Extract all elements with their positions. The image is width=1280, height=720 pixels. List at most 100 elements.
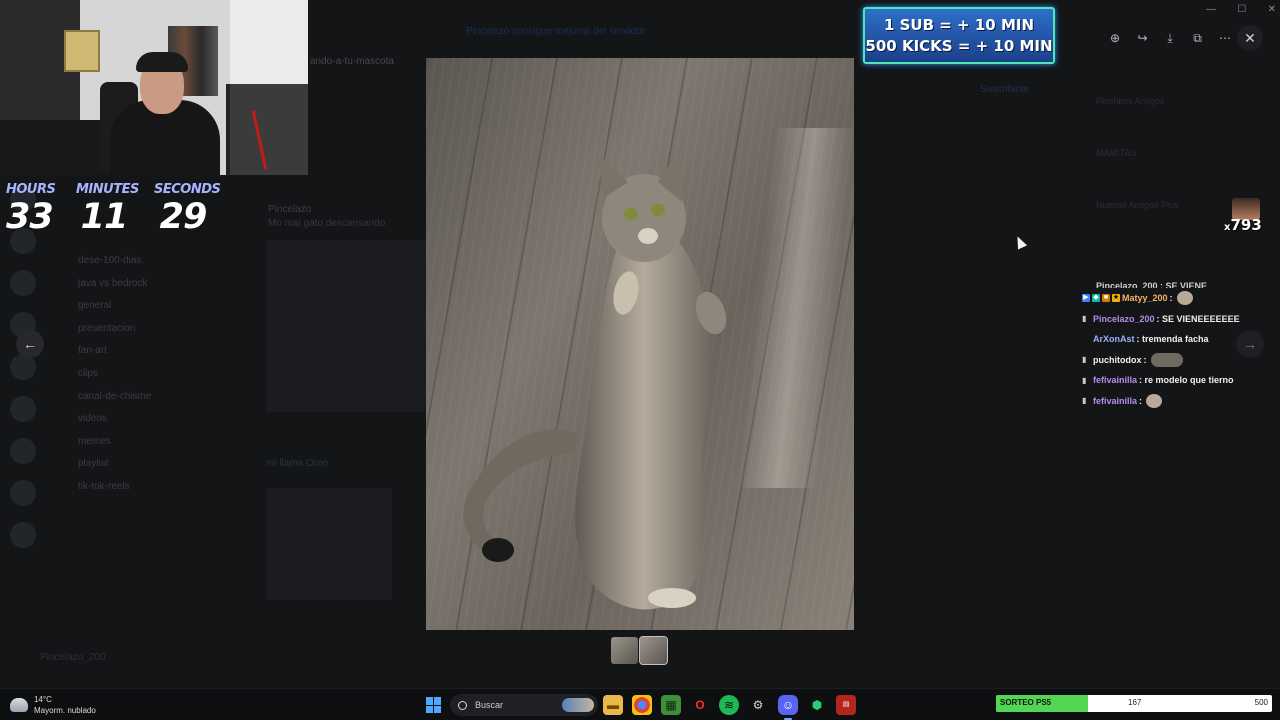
chat-text: : SE VIENEEEEEEE bbox=[1156, 313, 1240, 324]
goal-current: 167 bbox=[1128, 698, 1142, 707]
minecraft-icon[interactable]: ▦ bbox=[661, 695, 681, 715]
temperature: 14°C bbox=[34, 695, 52, 704]
badge-icon: ▶ bbox=[1082, 294, 1090, 303]
emote-icon bbox=[1176, 291, 1193, 306]
open-external-icon[interactable]: ⧉ bbox=[1190, 30, 1206, 46]
message-author[interactable]: Pincelazo bbox=[268, 204, 311, 215]
steam-icon[interactable]: ⚙ bbox=[748, 695, 768, 715]
sub-badge-icon: ▮ bbox=[1082, 355, 1087, 365]
channel-item[interactable]: memes bbox=[46, 431, 226, 454]
stream-chat: Pincelazo_200 : SE VIENE ▶ ◆ ■ ★ Matyy_2… bbox=[1082, 278, 1280, 411]
chrome-icon[interactable] bbox=[632, 695, 652, 715]
chat-text: : bbox=[1169, 293, 1173, 304]
previous-image-button[interactable]: ← bbox=[16, 330, 44, 358]
chat-text: : bbox=[1139, 395, 1143, 406]
minimize-icon[interactable]: — bbox=[1206, 4, 1216, 18]
more-icon[interactable]: ⋯ bbox=[1217, 30, 1233, 46]
chat-username[interactable]: ArXonAst bbox=[1093, 334, 1135, 344]
chat-message: ▮ Pincelazo_200 : SE VIENEEEEEEE bbox=[1082, 309, 1280, 330]
thumbnail-strip bbox=[611, 636, 668, 665]
channel-item[interactable]: videos bbox=[46, 408, 226, 431]
chat-message: ▮ puchitodox : bbox=[1082, 350, 1280, 371]
server-icon[interactable] bbox=[10, 438, 36, 464]
stream-app-icon[interactable]: ▤ bbox=[836, 695, 856, 715]
forward-icon[interactable]: ↪ bbox=[1135, 30, 1151, 46]
right-panel-item[interactable]: Pinchitos Amigos bbox=[1096, 96, 1276, 148]
server-list bbox=[0, 180, 46, 680]
kick-count-value: 793 bbox=[1230, 216, 1262, 234]
badge-icon: ★ bbox=[1112, 294, 1120, 303]
message-text: mi llama Oreo bbox=[266, 458, 329, 469]
search-highlight-image bbox=[562, 698, 594, 712]
chat-username[interactable]: Matyy_200 bbox=[1122, 293, 1168, 303]
hours-column: HOURS 33 bbox=[6, 182, 56, 237]
subscribe-button[interactable]: Suscribirse bbox=[980, 84, 1029, 95]
close-window-icon[interactable]: ✕ bbox=[1268, 4, 1276, 18]
chat-message: ▮ fefivainilla : re modelo que tierno bbox=[1082, 370, 1280, 391]
message-image[interactable] bbox=[266, 488, 392, 600]
download-icon[interactable]: ⤓ bbox=[1162, 30, 1178, 46]
goal-title: SORTEO PS5 bbox=[1000, 698, 1052, 707]
server-icon[interactable] bbox=[10, 522, 36, 548]
monitor bbox=[226, 84, 308, 175]
sub-badge-icon: ▮ bbox=[1082, 396, 1087, 406]
zoom-icon[interactable]: ⊕ bbox=[1107, 30, 1123, 46]
chat-username[interactable]: Pincelazo_200 bbox=[1093, 314, 1155, 324]
minutes-label: MINUTES bbox=[76, 182, 139, 197]
taskbar-search[interactable]: Buscar bbox=[450, 694, 598, 716]
right-panel-item[interactable]: MAMITAS bbox=[1096, 148, 1276, 200]
channel-item[interactable]: tik-tok-reels bbox=[46, 476, 226, 499]
app-icon[interactable]: ⬢ bbox=[807, 695, 827, 715]
user-panel-name: Pincelazo_200 bbox=[40, 652, 106, 663]
channel-item[interactable]: java vs bedrock bbox=[46, 273, 226, 296]
streamer-cap bbox=[136, 52, 188, 72]
emote-icon bbox=[1150, 352, 1183, 367]
chat-username[interactable]: fefivainilla bbox=[1093, 396, 1137, 406]
close-viewer-button[interactable]: ✕ bbox=[1237, 25, 1263, 51]
window-controls: — ☐ ✕ bbox=[1206, 4, 1276, 18]
badge-placeholder bbox=[1082, 335, 1089, 344]
sub-badge-icon: ▮ bbox=[1082, 314, 1087, 324]
channel-item[interactable]: canal-de-chisme bbox=[46, 386, 226, 409]
opera-icon[interactable]: O bbox=[690, 695, 710, 715]
channel-item[interactable]: clips bbox=[46, 363, 226, 386]
thumbnail-active[interactable] bbox=[639, 636, 668, 665]
channel-item[interactable]: playlist bbox=[46, 453, 226, 476]
cloud-icon bbox=[10, 698, 28, 712]
channel-item[interactable]: general bbox=[46, 295, 226, 318]
chat-text: : bbox=[1143, 354, 1147, 365]
chat-username[interactable]: fefivainilla bbox=[1093, 375, 1137, 385]
weather-widget[interactable]: 14°C Mayorm. nublado bbox=[10, 694, 96, 716]
message-image[interactable] bbox=[266, 240, 426, 412]
cat-icon bbox=[463, 154, 727, 610]
channel-item[interactable]: fan-art bbox=[46, 340, 226, 363]
chat-text: : tremenda facha bbox=[1136, 334, 1209, 345]
minutes-value: 11 bbox=[80, 197, 129, 237]
server-icon[interactable] bbox=[10, 354, 36, 380]
minutes-column: MINUTES 11 bbox=[76, 182, 139, 237]
chat-username[interactable]: puchitodox bbox=[1093, 355, 1142, 365]
subathon-banner: 1 SUB = + 10 MIN 500 KICKS = + 10 MIN bbox=[863, 7, 1055, 64]
windows-start-icon[interactable] bbox=[426, 697, 442, 713]
chat-text: : re modelo que tierno bbox=[1139, 375, 1234, 386]
chat-message: ArXonAst : tremenda facha bbox=[1082, 329, 1280, 350]
spotify-icon[interactable]: ≋ bbox=[719, 695, 739, 715]
server-icon[interactable] bbox=[10, 270, 36, 296]
search-placeholder: Buscar bbox=[475, 700, 504, 710]
goal-target: 500 bbox=[1254, 698, 1268, 707]
maximize-icon[interactable]: ☐ bbox=[1237, 4, 1246, 18]
server-icon[interactable] bbox=[10, 396, 36, 422]
channel-item[interactable]: dese-100-dias bbox=[46, 250, 226, 273]
badge-icon: ■ bbox=[1102, 294, 1110, 303]
channel-item[interactable]: presentacion bbox=[46, 318, 226, 341]
seconds-column: SECONDS 29 bbox=[154, 182, 221, 237]
boost-banner: Pincelazo consigue mejoras del servidor bbox=[466, 26, 645, 37]
kicks-rule: 500 KICKS = + 10 MIN bbox=[865, 37, 1053, 55]
server-icon[interactable] bbox=[10, 480, 36, 506]
channel-title: ando-a-tu-mascota bbox=[310, 56, 394, 67]
file-explorer-icon[interactable]: ▬ bbox=[603, 695, 623, 715]
discord-icon[interactable]: ☺ bbox=[778, 695, 798, 715]
seconds-value: 29 bbox=[159, 197, 208, 237]
thumbnail[interactable] bbox=[611, 637, 638, 664]
search-icon bbox=[458, 700, 467, 710]
